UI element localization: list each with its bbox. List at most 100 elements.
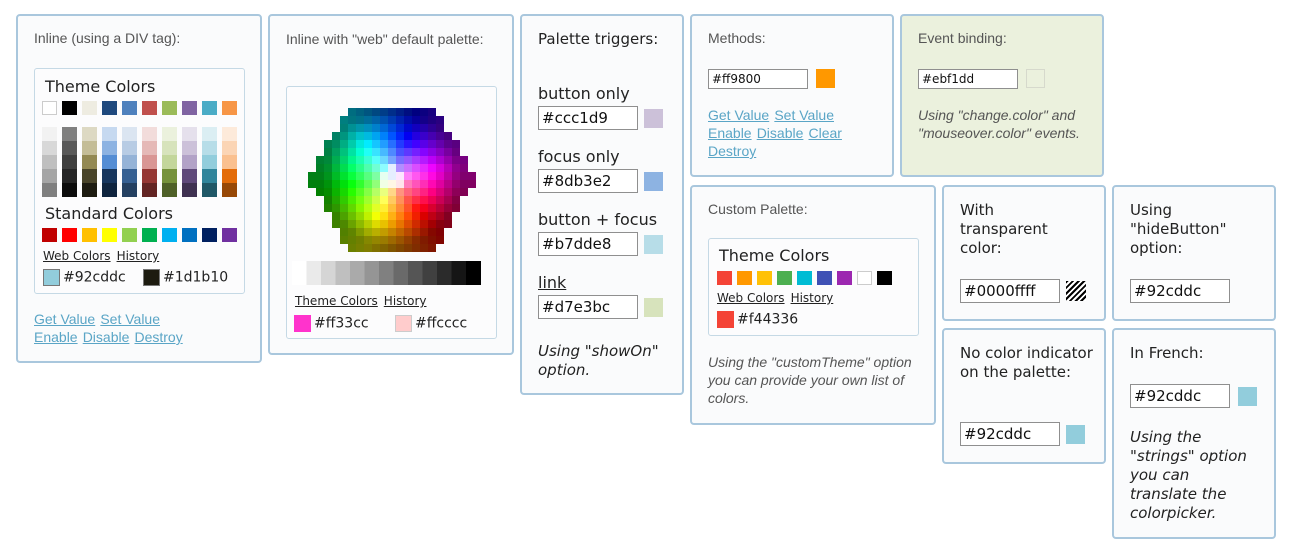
color-swatch[interactable] [122, 101, 137, 115]
enable-link[interactable]: Enable [34, 329, 78, 345]
shade-swatch[interactable] [162, 169, 177, 183]
color-swatch[interactable] [182, 228, 197, 242]
color-button-swatch[interactable] [644, 108, 663, 128]
shade-swatch[interactable] [222, 155, 237, 169]
shade-swatch[interactable] [82, 141, 97, 155]
shade-swatch[interactable] [202, 183, 217, 197]
color-input[interactable]: #ccc1d9 [538, 106, 638, 130]
color-swatch[interactable] [182, 101, 197, 115]
shade-swatch[interactable] [182, 127, 197, 141]
color-swatch[interactable] [62, 101, 77, 115]
trigger-link-label[interactable]: link [538, 273, 663, 292]
enable-link[interactable]: Enable [708, 125, 752, 141]
shade-swatch[interactable] [42, 155, 57, 169]
color-swatch[interactable] [142, 228, 157, 242]
color-input[interactable]: #92cddc [1130, 279, 1230, 303]
tab-history[interactable]: History [117, 249, 160, 263]
color-input[interactable]: #8db3e2 [538, 169, 638, 193]
shade-swatch[interactable] [122, 183, 137, 197]
shade-swatch[interactable] [102, 183, 117, 197]
shade-swatch[interactable] [42, 127, 57, 141]
color-swatch[interactable] [877, 271, 892, 285]
color-button-swatch[interactable] [1026, 69, 1045, 88]
web-color-hexagon[interactable] [292, 92, 492, 262]
shade-swatch[interactable] [122, 127, 137, 141]
shade-swatch[interactable] [62, 127, 77, 141]
color-swatch[interactable] [162, 228, 177, 242]
shade-swatch[interactable] [222, 141, 237, 155]
disable-link[interactable]: Disable [83, 329, 130, 345]
tab-history[interactable]: History [384, 294, 427, 308]
shade-swatch[interactable] [42, 169, 57, 183]
color-swatch[interactable] [142, 101, 157, 115]
color-input[interactable]: #ebf1dd [918, 68, 1018, 89]
color-swatch[interactable] [122, 228, 137, 242]
color-button-swatch[interactable] [1066, 424, 1085, 444]
shade-swatch[interactable] [82, 127, 97, 141]
shade-swatch[interactable] [142, 141, 157, 155]
current-color-swatch[interactable] [43, 269, 60, 286]
color-button-swatch[interactable] [1238, 386, 1257, 406]
shade-swatch[interactable] [62, 169, 77, 183]
color-swatch[interactable] [202, 228, 217, 242]
shade-swatch[interactable] [202, 155, 217, 169]
shade-swatch[interactable] [62, 141, 77, 155]
shade-swatch[interactable] [222, 183, 237, 197]
current-color-swatch[interactable] [717, 311, 734, 328]
shade-swatch[interactable] [182, 169, 197, 183]
color-swatch[interactable] [857, 271, 872, 285]
shade-swatch[interactable] [182, 183, 197, 197]
shade-swatch[interactable] [102, 169, 117, 183]
color-swatch[interactable] [82, 101, 97, 115]
shade-swatch[interactable] [142, 155, 157, 169]
color-swatch[interactable] [717, 271, 732, 285]
color-swatch[interactable] [777, 271, 792, 285]
destroy-link[interactable]: Destroy [134, 329, 182, 345]
color-swatch[interactable] [102, 101, 117, 115]
grayscale-bar[interactable] [292, 261, 492, 285]
shade-swatch[interactable] [42, 183, 57, 197]
color-input[interactable]: #0000ffff [960, 279, 1060, 303]
shade-swatch[interactable] [162, 127, 177, 141]
color-input[interactable]: #d7e3bc [538, 295, 638, 319]
shade-swatch[interactable] [202, 141, 217, 155]
shade-swatch[interactable] [222, 127, 237, 141]
transparent-color-button[interactable] [1066, 281, 1086, 301]
color-input[interactable]: #ff9800 [708, 68, 808, 89]
set-value-link[interactable]: Set Value [100, 311, 160, 327]
tab-web-colors[interactable]: Web Colors [717, 291, 785, 305]
shade-swatch[interactable] [122, 141, 137, 155]
tab-web-colors[interactable]: Web Colors [43, 249, 111, 263]
shade-swatch[interactable] [42, 141, 57, 155]
shade-swatch[interactable] [82, 169, 97, 183]
set-value-link[interactable]: Set Value [774, 107, 834, 123]
shade-swatch[interactable] [202, 127, 217, 141]
color-input[interactable]: #92cddc [960, 422, 1060, 446]
color-swatch[interactable] [737, 271, 752, 285]
color-swatch[interactable] [757, 271, 772, 285]
shade-swatch[interactable] [102, 141, 117, 155]
shade-swatch[interactable] [82, 183, 97, 197]
color-swatch[interactable] [817, 271, 832, 285]
previous-color-swatch[interactable] [143, 269, 160, 286]
shade-swatch[interactable] [62, 183, 77, 197]
color-input[interactable]: #b7dde8 [538, 232, 638, 256]
color-swatch[interactable] [797, 271, 812, 285]
tab-theme-colors[interactable]: Theme Colors [295, 294, 378, 308]
color-swatch[interactable] [202, 101, 217, 115]
shade-swatch[interactable] [122, 155, 137, 169]
color-button-swatch[interactable] [644, 234, 663, 254]
color-swatch[interactable] [42, 228, 57, 242]
color-input[interactable]: #92cddc [1130, 384, 1230, 408]
shade-swatch[interactable] [222, 169, 237, 183]
shade-swatch[interactable] [142, 127, 157, 141]
color-swatch[interactable] [102, 228, 117, 242]
color-swatch[interactable] [222, 101, 237, 115]
color-button-swatch[interactable] [816, 69, 835, 88]
clear-link[interactable]: Clear [808, 125, 841, 141]
color-swatch[interactable] [837, 271, 852, 285]
color-swatch[interactable] [162, 101, 177, 115]
shade-swatch[interactable] [162, 155, 177, 169]
disable-link[interactable]: Disable [757, 125, 804, 141]
shade-swatch[interactable] [62, 155, 77, 169]
